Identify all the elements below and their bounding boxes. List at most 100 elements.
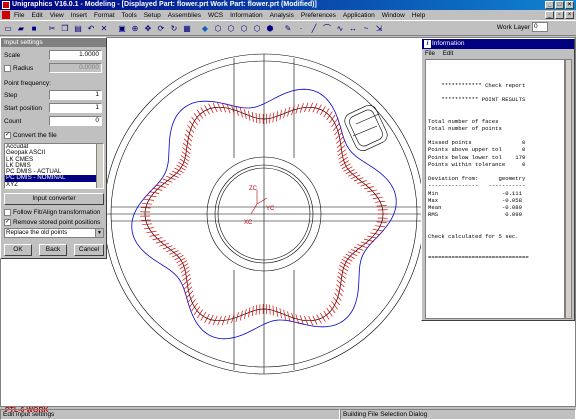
deviation-mark	[334, 127, 342, 136]
doc-minimize-button[interactable]: _	[545, 11, 554, 19]
menu-insert[interactable]: Insert	[71, 12, 87, 19]
copy-icon[interactable]: ❐	[59, 22, 71, 34]
line-icon[interactable]: ╱	[308, 22, 320, 34]
count-input[interactable]: 0	[49, 116, 102, 126]
follow-fit-row[interactable]: Follow Fit/Align transformation	[4, 209, 100, 216]
fit-view-icon[interactable]: ▣	[116, 22, 128, 34]
wireframe-icon[interactable]: ⬢	[264, 22, 276, 34]
information-window: i Information File Edit ************ Che…	[421, 38, 575, 321]
deviation-mark	[159, 242, 170, 247]
deviation-mark	[376, 205, 387, 207]
menu-tools[interactable]: Tools	[122, 12, 137, 19]
menu-help[interactable]: Help	[412, 12, 425, 19]
info-text-line: ************ Check report	[428, 81, 526, 89]
status-task: Building File Selection Dialog	[340, 409, 576, 420]
info-menu-file[interactable]: File	[425, 50, 435, 57]
info-menu-edit[interactable]: Edit	[443, 50, 454, 57]
dimension-icon[interactable]: ↔	[347, 22, 359, 34]
curve-icon[interactable]: ~	[360, 22, 372, 34]
menu-application[interactable]: Application	[343, 12, 375, 19]
work-layer-input[interactable]: 0	[532, 22, 548, 32]
menu-assemblies[interactable]: Assemblies	[168, 12, 201, 19]
undo-icon[interactable]: ↶	[85, 22, 97, 34]
front-view-icon[interactable]: ⬡	[238, 22, 250, 34]
delete-icon[interactable]: ✕	[98, 22, 110, 34]
point-icon[interactable]: ·	[295, 22, 307, 34]
cut-icon[interactable]: ✂	[46, 22, 58, 34]
cancel-button[interactable]: Cancel	[74, 244, 104, 256]
spline-icon[interactable]: ∿	[334, 22, 346, 34]
remove-stored-label: Remove stored point positions	[13, 219, 101, 227]
remove-stored-row[interactable]: ✓ Remove stored point positions	[4, 219, 100, 226]
menu-file[interactable]: File	[14, 12, 24, 19]
radius-row[interactable]: Radius	[4, 65, 33, 72]
follow-fit-checkbox[interactable]	[4, 209, 11, 216]
convert-file-checkbox[interactable]: ✓	[4, 132, 11, 139]
menu-format[interactable]: Format	[94, 12, 115, 19]
menu-wcs[interactable]: WCS	[208, 12, 223, 19]
zoom-icon[interactable]: ⊕	[129, 22, 141, 34]
deviation-mark	[140, 219, 151, 221]
listbox-scrollbar[interactable]	[96, 144, 103, 188]
list-item[interactable]: XYZ	[5, 181, 103, 188]
information-scrollbar[interactable]	[565, 59, 572, 319]
input-converter-button[interactable]: Input converter	[4, 193, 104, 205]
menu-preferences[interactable]: Preferences	[301, 12, 336, 19]
paste-icon[interactable]: ▤	[72, 22, 84, 34]
work-layer-control: Work Layer 0	[497, 22, 548, 32]
deviation-mark	[174, 254, 184, 261]
layer-icon[interactable]: ▦	[181, 22, 193, 34]
refresh-icon[interactable]: ↻	[168, 22, 180, 34]
deviation-mark	[185, 290, 194, 299]
rotate-icon[interactable]: ⟳	[155, 22, 167, 34]
replace-points-select[interactable]: Replace the old points ▼	[4, 228, 104, 238]
start-position-input[interactable]: 1	[49, 103, 102, 113]
right-view-icon[interactable]: ⬡	[251, 22, 263, 34]
scale-input[interactable]: 1.0000	[49, 50, 102, 60]
new-file-icon[interactable]: ▭	[2, 22, 14, 34]
menu-edit[interactable]: Edit	[31, 12, 42, 19]
convert-file-row[interactable]: ✓ Convert the file	[4, 132, 57, 139]
sketch-icon[interactable]: ✎	[282, 22, 294, 34]
info-text-line: --------------- -----------	[428, 182, 526, 190]
menu-view[interactable]: View	[50, 12, 64, 19]
deviation-mark	[331, 301, 338, 310]
radius-checkbox[interactable]	[4, 65, 11, 72]
remove-stored-checkbox[interactable]: ✓	[4, 219, 11, 226]
transform-icon[interactable]: ⇲	[373, 22, 385, 34]
save-icon[interactable]: ■	[28, 22, 40, 34]
doc-restore-button[interactable]: ▫	[555, 11, 564, 19]
converter-listbox[interactable]: Accudat Geopak ASCII LK CMES LK DMIS PC …	[4, 143, 104, 189]
menu-bar: File Edit View Insert Format Tools Setup…	[0, 10, 576, 20]
open-folder-icon[interactable]: ▰	[15, 22, 27, 34]
deviation-mark	[174, 167, 184, 174]
pan-icon[interactable]: ✥	[142, 22, 154, 34]
info-text-line: Deviation from: geometry	[428, 175, 526, 183]
doc-close-button[interactable]: ×	[565, 11, 574, 19]
information-title: Information	[432, 40, 465, 47]
step-input[interactable]: 1	[49, 90, 102, 100]
info-text-line	[428, 74, 564, 81]
deviation-mark	[353, 177, 364, 182]
radius-label: Radius	[13, 65, 34, 73]
arc-icon[interactable]: ⌒	[321, 22, 333, 34]
deviation-mark	[323, 108, 330, 118]
maximize-button[interactable]: □	[555, 1, 564, 9]
chevron-down-icon[interactable]: ▼	[95, 229, 103, 237]
menu-analysis[interactable]: Analysis	[270, 12, 294, 19]
shaded-view-icon[interactable]: ◆	[199, 22, 211, 34]
back-button[interactable]: Back	[39, 244, 67, 256]
iso-view-icon[interactable]: ⬡	[212, 22, 224, 34]
close-button[interactable]: ×	[565, 1, 574, 9]
menu-information[interactable]: Information	[230, 12, 263, 19]
ok-button[interactable]: OK	[4, 244, 32, 256]
radius-input[interactable]: 0.0000	[49, 63, 102, 73]
menu-setup[interactable]: Setup	[144, 12, 161, 19]
deviation-mark	[334, 292, 342, 301]
deviation-mark	[197, 109, 203, 119]
status-message: Edit input settings	[0, 409, 340, 420]
minimize-button[interactable]: _	[545, 1, 554, 9]
info-text-line: Total number of faces	[428, 117, 499, 125]
top-view-icon[interactable]: ⬡	[225, 22, 237, 34]
menu-window[interactable]: Window	[382, 12, 405, 19]
